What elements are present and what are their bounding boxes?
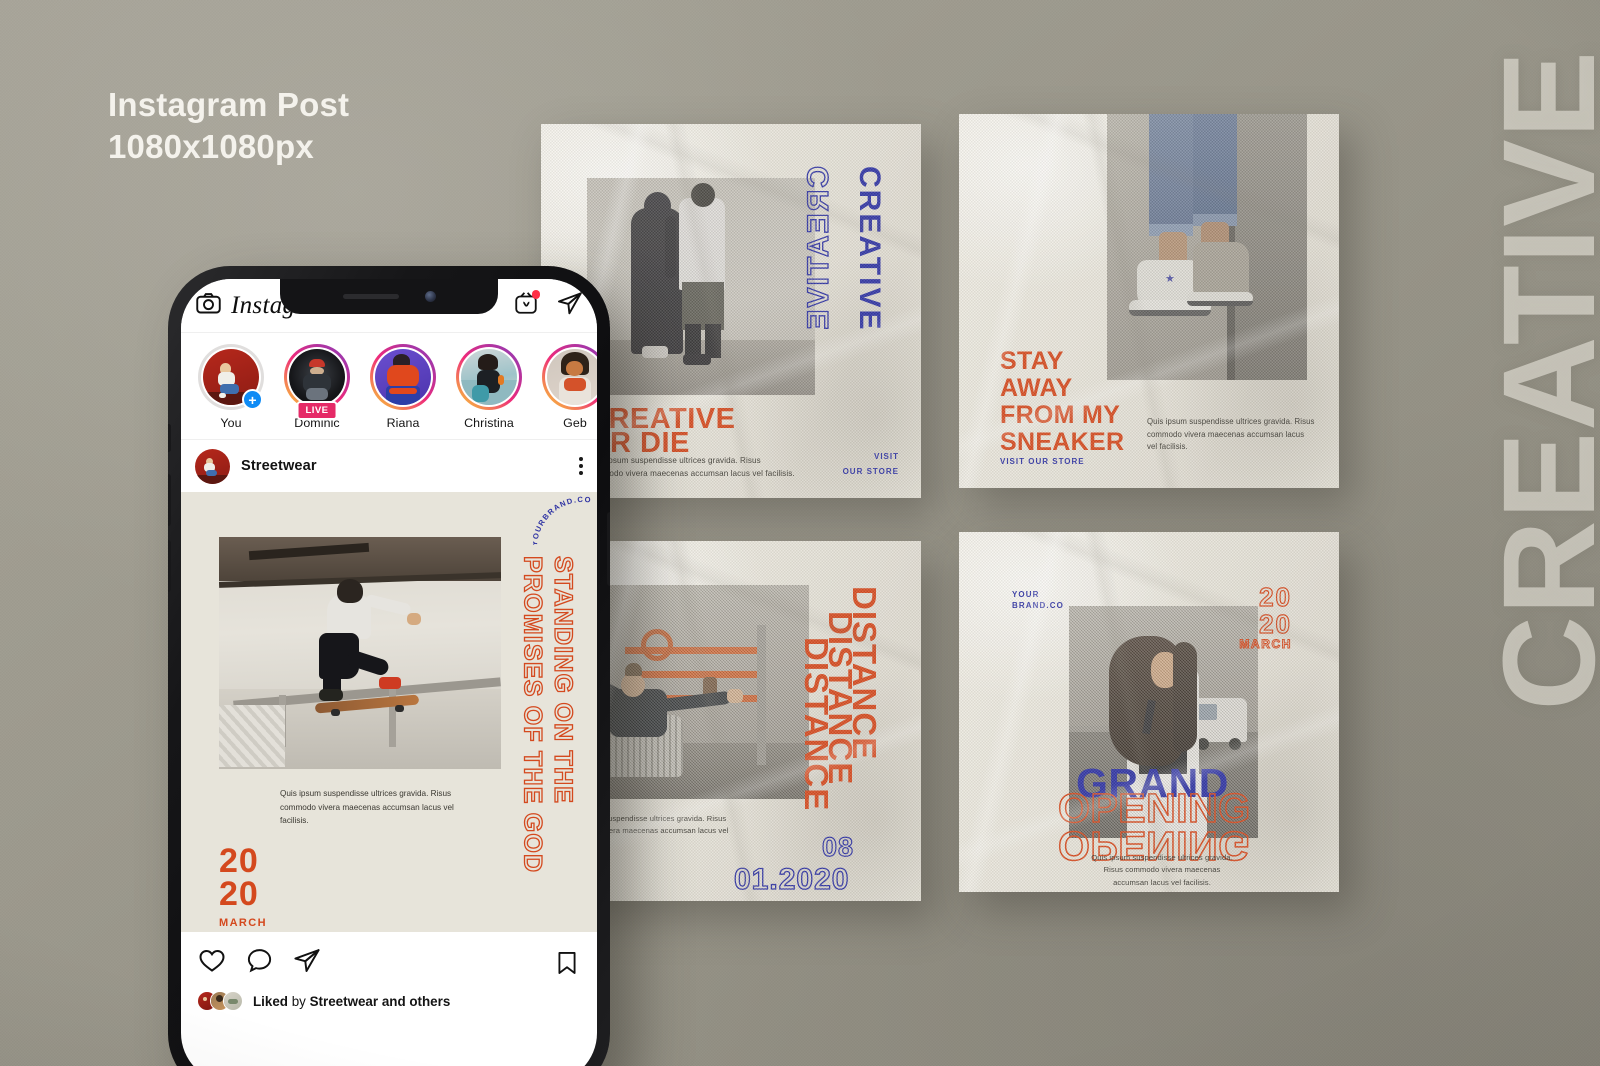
page-subtitle: 1080x1080px bbox=[108, 128, 314, 166]
story-item-christina[interactable]: Christina bbox=[448, 344, 530, 430]
page-title-block: Instagram Post 1080x1080px bbox=[108, 84, 349, 168]
story-label: Christina bbox=[464, 416, 514, 430]
card-creative-mirror-word: CREATIVE bbox=[801, 165, 835, 332]
story-item-dominic[interactable]: LIVE Dominic bbox=[276, 344, 358, 430]
card-creative-body: Quis ipsum suspendisse ultrices gravida.… bbox=[587, 456, 795, 479]
earpiece-speaker bbox=[342, 293, 399, 299]
card-photo-cart bbox=[579, 585, 809, 799]
post-avatar[interactable] bbox=[195, 448, 230, 484]
card-sneaker-headline-3: FROM MY bbox=[1000, 401, 1121, 429]
card-grand-body: Quis ipsum suspendisse ultrices gravida.… bbox=[1091, 853, 1233, 887]
card-sneaker-headline-4: SNEAKER bbox=[1000, 428, 1125, 456]
card-sneaker-headline-1: STAY bbox=[1000, 347, 1064, 375]
phone-screen: Instagram bbox=[181, 279, 597, 1066]
phone-power-button[interactable] bbox=[607, 512, 610, 586]
poster-year: 20 20 bbox=[219, 842, 259, 913]
card-grand-brand-line1: YOUR bbox=[1012, 590, 1040, 599]
heart-icon[interactable] bbox=[197, 945, 227, 980]
paper-plane-icon[interactable] bbox=[292, 946, 321, 980]
poster-body-copy: Quis ipsum suspendisse ultrices gravida.… bbox=[280, 789, 454, 826]
add-story-button[interactable]: + bbox=[242, 389, 263, 410]
card-distance-word-3: DISTANCE bbox=[798, 637, 835, 812]
likes-user[interactable]: Streetwear bbox=[310, 994, 378, 1009]
liker-avatars bbox=[197, 991, 243, 1011]
story-item-you[interactable]: + You bbox=[190, 344, 272, 430]
poster-photo-skater bbox=[218, 537, 502, 769]
poster-curved-brand: YOURBRAND.CO bbox=[530, 495, 597, 554]
igtv-notification-dot bbox=[531, 290, 540, 299]
paper-plane-icon[interactable] bbox=[556, 290, 583, 322]
card-creative-cta-line1[interactable]: VISIT bbox=[874, 452, 899, 461]
avatar bbox=[288, 348, 346, 406]
card-creative-cta-line2[interactable]: OUR STORE bbox=[843, 467, 899, 476]
card-grand-year-1: 20 bbox=[1258, 582, 1292, 612]
phone-notch bbox=[280, 279, 498, 314]
post-card-sneaker[interactable]: ★ STAY AWAY FROM MY SNEAKER Quis ipsum s… bbox=[959, 114, 1339, 488]
camera-icon[interactable] bbox=[195, 290, 222, 322]
bookmark-icon[interactable] bbox=[553, 949, 581, 977]
svg-text:YOURBRAND.CO: YOURBRAND.CO bbox=[533, 496, 592, 546]
live-badge: LIVE bbox=[296, 401, 338, 420]
story-ring bbox=[370, 344, 436, 410]
story-ring bbox=[456, 344, 522, 410]
igtv-icon[interactable] bbox=[513, 290, 540, 321]
phone-volume-up-button[interactable] bbox=[168, 474, 171, 526]
likes-suffix: and others bbox=[381, 993, 451, 1009]
card-sneaker-cta[interactable]: VISIT OUR STORE bbox=[1000, 457, 1085, 466]
poster-year-line2: 20 bbox=[219, 874, 259, 913]
kebab-menu-icon[interactable] bbox=[579, 456, 583, 476]
story-label: Riana bbox=[386, 416, 420, 430]
post-card-grand-opening[interactable]: YOUR BRAND.CO 20 20 MARCH GRAND OPENING … bbox=[959, 532, 1339, 892]
card-sneaker-headline: STAY AWAY FROM MY SNEAKER bbox=[1000, 348, 1124, 456]
post-header: Streetwear bbox=[181, 440, 597, 492]
card-sneaker-headline-2: AWAY bbox=[1000, 374, 1073, 402]
card-creative-vertical-word: CREATIVE bbox=[853, 166, 886, 332]
liker-avatar bbox=[223, 991, 243, 1011]
story-ring bbox=[542, 344, 597, 410]
comment-icon[interactable] bbox=[245, 946, 274, 980]
edge-creative-watermark: CREATIVE bbox=[1474, 50, 1600, 711]
page-title: Instagram Post bbox=[108, 86, 350, 123]
story-item-geb[interactable]: Geb bbox=[534, 344, 597, 430]
phone-mockup: Instagram bbox=[168, 266, 610, 1066]
card-grand-year-2: 20 bbox=[1258, 608, 1292, 639]
likes-row: Liked by Streetwear and others bbox=[181, 989, 597, 1023]
card-photo-couple bbox=[587, 178, 815, 395]
avatar bbox=[546, 348, 597, 406]
card-sneaker-body: Quis ipsum suspendisse ultrices gravida.… bbox=[1147, 417, 1315, 452]
likes-by: by bbox=[291, 993, 306, 1009]
card-distance-day: 08 bbox=[821, 831, 855, 862]
card-distance-date: 01.2020 bbox=[733, 862, 850, 896]
card-photo-sneaker: ★ bbox=[1107, 114, 1307, 380]
likes-prefix: Liked bbox=[253, 993, 288, 1009]
post-media-poster[interactable]: YOURBRAND.CO STANDING ON THE PROMISES OF… bbox=[181, 492, 597, 932]
avatar bbox=[374, 348, 432, 406]
phone-volume-down-button[interactable] bbox=[168, 540, 171, 592]
poster-year-line1: 20 bbox=[219, 842, 259, 880]
phone-silent-switch[interactable] bbox=[168, 424, 171, 452]
post-username[interactable]: Streetwear bbox=[241, 458, 317, 474]
poster-vertical-headline: STANDING ON THE PROMISES OF THE GOD bbox=[518, 555, 578, 874]
card-grand-brand: YOUR BRAND.CO bbox=[1012, 589, 1064, 611]
avatar bbox=[460, 348, 518, 406]
front-camera bbox=[424, 290, 436, 302]
story-label: You bbox=[220, 416, 242, 430]
card-grand-date-block: 20 20 MARCH bbox=[1239, 582, 1292, 652]
likes-text: Liked by Streetwear and others bbox=[253, 994, 450, 1009]
header-actions bbox=[513, 290, 583, 322]
card-grand-month: MARCH bbox=[1239, 637, 1292, 652]
post-actions bbox=[181, 932, 597, 989]
card-grand-brand-line2: BRAND.CO bbox=[1012, 601, 1064, 611]
story-label: Geb bbox=[563, 416, 587, 430]
poster-month: MARCH bbox=[219, 917, 267, 929]
stories-tray[interactable]: + You LIVE Dominic Riana Christina Geb bbox=[181, 333, 597, 440]
story-item-riana[interactable]: Riana bbox=[362, 344, 444, 430]
